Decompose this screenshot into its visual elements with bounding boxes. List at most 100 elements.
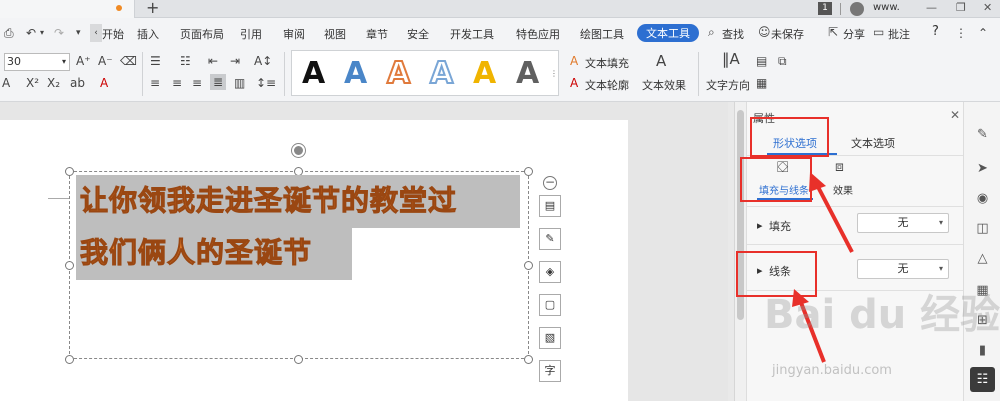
new-tab-icon[interactable]: +	[146, 0, 159, 17]
menu-special-apps[interactable]: 特色应用	[516, 26, 560, 42]
menu-page-layout[interactable]: 页面布局	[180, 26, 224, 42]
edit-pen-icon[interactable]: ✎	[974, 126, 991, 143]
text-effect-button[interactable]: 文本效果	[642, 77, 686, 93]
menu-text-tools[interactable]: 文本工具	[637, 24, 699, 42]
grow-font-icon[interactable]: A⁺	[76, 54, 91, 68]
fill-style-icon[interactable]: △	[974, 250, 991, 267]
highlight-icon[interactable]: ab	[70, 76, 85, 90]
text-direction-icon[interactable]: ‖A	[722, 52, 740, 67]
distribute-icon[interactable]: ▥	[234, 76, 245, 90]
search-icon[interactable]: ⌕	[708, 25, 715, 39]
more-icon[interactable]: ⋮	[955, 26, 967, 40]
menu-drawing-tools[interactable]: 绘图工具	[580, 26, 624, 42]
menu-review[interactable]: 审阅	[283, 26, 305, 42]
fill-label[interactable]: 填充	[769, 218, 791, 234]
align-left-icon[interactable]: ≡	[150, 76, 160, 90]
text-style-gray[interactable]: A	[516, 55, 539, 93]
redo-icon[interactable]: ↷	[54, 26, 64, 40]
layout-options-icon[interactable]: ▤	[539, 195, 561, 217]
rotate-handle-icon[interactable]	[292, 144, 305, 157]
text-style-black[interactable]: A	[302, 55, 325, 93]
text-sort-icon[interactable]: A↕	[254, 54, 272, 68]
restore-icon[interactable]: ❐	[956, 1, 966, 14]
text-wrap-icon[interactable]: ▧	[539, 327, 561, 349]
collapse-left-icon[interactable]: ‹	[90, 24, 102, 42]
menu-developer[interactable]: 开发工具	[450, 26, 494, 42]
text-style-light-blue-outline[interactable]: A	[429, 55, 454, 93]
resize-handle[interactable]	[65, 355, 74, 364]
font-size-field[interactable]: 30 ▾	[4, 53, 70, 71]
text-line-2[interactable]: 我们俩人的圣诞节	[79, 232, 312, 274]
line-select[interactable]: 无 ▾	[857, 259, 949, 279]
shape-fill-icon[interactable]: ◈	[539, 261, 561, 283]
comment-icon[interactable]: ▭	[873, 25, 884, 39]
text-align-box-icon[interactable]: ▦	[756, 76, 767, 90]
resize-handle[interactable]	[65, 261, 74, 270]
font-color-icon[interactable]: A	[100, 76, 108, 90]
text-effect-icon[interactable]: A	[656, 54, 666, 69]
menu-home[interactable]: 开始	[102, 26, 124, 42]
clear-format-icon[interactable]: ⌫	[120, 54, 137, 68]
menu-insert[interactable]: 插入	[137, 26, 159, 42]
gallery-more-icon[interactable]: ⋮	[550, 69, 558, 78]
subtab-effects[interactable]: 效果	[833, 182, 853, 197]
menu-view[interactable]: 视图	[324, 26, 346, 42]
shape-outline-icon[interactable]: ▢	[539, 294, 561, 316]
increase-indent-icon[interactable]: ⇥	[230, 54, 240, 68]
resize-handle[interactable]	[294, 355, 303, 364]
help-button[interactable]: ?	[932, 24, 939, 39]
user-icon[interactable]: ☺	[758, 25, 771, 39]
comment-button[interactable]: 批注	[888, 26, 910, 42]
share-icon[interactable]: ⇱	[828, 25, 838, 39]
select-pointer-icon[interactable]: ➤	[974, 160, 991, 177]
search-button[interactable]: 查找	[722, 26, 744, 42]
notification-badge[interactable]: 1	[818, 2, 832, 15]
resize-handle[interactable]	[524, 167, 533, 176]
collapse-ribbon-icon[interactable]: ⌃	[978, 26, 988, 40]
shrink-font-icon[interactable]: A⁻	[98, 54, 113, 68]
username[interactable]: www.	[873, 2, 900, 13]
text-fill-button[interactable]: 文本填充	[585, 55, 629, 71]
fill-select[interactable]: 无 ▾	[857, 213, 949, 233]
minimize-icon[interactable]: —	[926, 1, 937, 14]
justify-icon[interactable]: ≣	[210, 74, 227, 90]
avatar[interactable]	[850, 2, 864, 16]
undo-icon[interactable]: ↶	[26, 26, 36, 40]
strikethrough-icon[interactable]: A	[2, 76, 10, 90]
menu-references[interactable]: 引用	[240, 26, 262, 42]
effects-icon[interactable]: ⧈	[835, 160, 844, 174]
superscript-icon[interactable]: X²	[26, 76, 39, 90]
align-center-icon[interactable]: ≡	[172, 76, 182, 90]
panel-close-icon[interactable]: ✕	[950, 108, 960, 122]
menu-chapter[interactable]: 章节	[366, 26, 388, 42]
line-spacing-icon[interactable]: ↕≡	[256, 76, 276, 90]
chart-icon[interactable]: ▮	[974, 342, 991, 359]
text-outline-button[interactable]: 文本轮廓	[585, 77, 629, 93]
quick-access-dropdown-icon[interactable]: ▾	[76, 26, 81, 40]
text-style-orange-outline[interactable]: A	[386, 55, 411, 93]
close-window-icon[interactable]: ✕	[983, 1, 992, 14]
shapes-icon[interactable]: ◫	[974, 220, 991, 237]
text-direction-button[interactable]: 文字方向	[706, 77, 750, 93]
unsaved-button[interactable]: 未保存	[771, 26, 804, 42]
edit-shape-icon[interactable]: ✎	[539, 228, 561, 250]
align-right-icon[interactable]: ≡	[192, 76, 202, 90]
resize-handle[interactable]	[524, 261, 533, 270]
resize-handle[interactable]	[524, 355, 533, 364]
share-button[interactable]: 分享	[843, 26, 865, 42]
text-fill-icon[interactable]: A	[570, 54, 578, 68]
bullet-list-icon[interactable]: ☰	[150, 54, 161, 68]
subscript-icon[interactable]: X₂	[47, 76, 60, 90]
location-icon[interactable]: ◉	[974, 190, 991, 207]
collapse-toolbar-icon[interactable]: −	[543, 176, 557, 190]
link-text-box-icon[interactable]: ⧉	[778, 54, 787, 68]
text-line-1[interactable]: 让你领我走进圣诞节的教堂过	[79, 180, 457, 222]
resize-handle[interactable]	[65, 167, 74, 176]
text-tool-button[interactable]: 字	[539, 360, 561, 382]
numbered-list-icon[interactable]: ☷	[180, 54, 191, 68]
document-tab[interactable]	[0, 0, 135, 18]
fill-expand-icon[interactable]: ▸	[757, 219, 763, 232]
text-style-gold[interactable]: A	[473, 55, 496, 93]
tab-text-options[interactable]: 文本选项	[851, 135, 895, 151]
text-style-blue[interactable]: A	[344, 55, 367, 93]
